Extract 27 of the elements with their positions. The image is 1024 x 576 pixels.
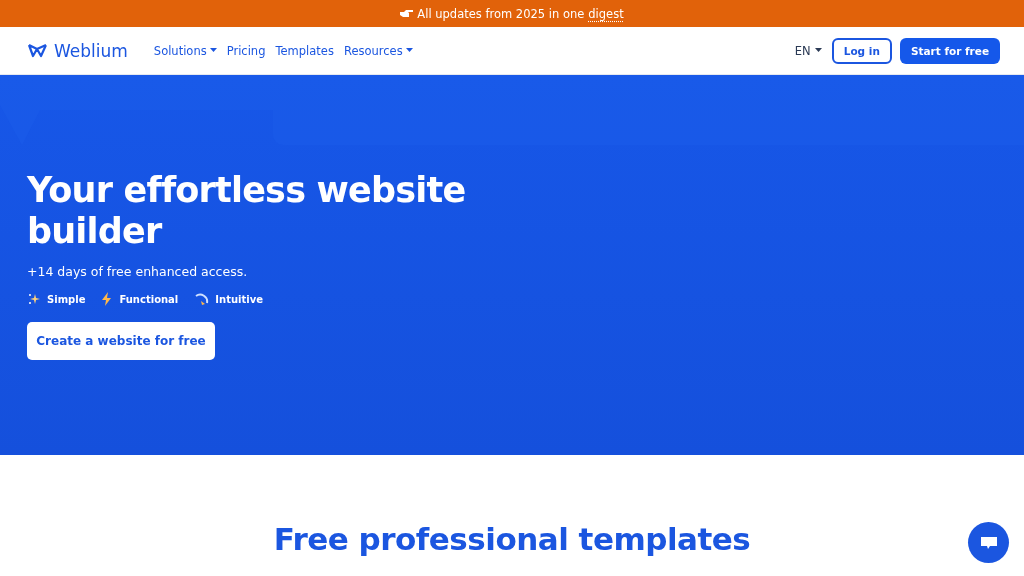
logo-text: Weblium [54, 40, 128, 61]
caret-icon [405, 48, 413, 53]
caret-icon [209, 48, 217, 53]
hero-subtitle: +14 days of free enhanced access. [27, 264, 249, 279]
section-title: Free professional templates [273, 521, 751, 557]
hero-title: Your effortless website builder [27, 170, 467, 252]
caret-icon [814, 48, 822, 53]
wand-icon [194, 292, 210, 306]
lightning-icon [101, 292, 114, 306]
start-button[interactable]: Start for free [899, 37, 1000, 64]
nav-link[interactable]: Templates [275, 43, 334, 58]
nav-link[interactable]: Resources [343, 43, 413, 58]
login-button[interactable]: Log in [831, 37, 892, 64]
logo-icon [27, 43, 48, 58]
pointing-hand-icon [400, 9, 414, 18]
nav-link[interactable]: Solutions [153, 43, 217, 58]
language-selector[interactable]: EN [794, 43, 822, 58]
sparkle-icon [27, 292, 41, 306]
create-website-button[interactable]: Create a website for free [27, 322, 215, 360]
banner-text: All updates from 2025 in one [417, 6, 585, 21]
digest-link[interactable]: digest [588, 6, 624, 21]
nav-link[interactable]: Pricing [226, 43, 266, 58]
chat-button[interactable] [968, 522, 1009, 563]
feature-label: Intuitive [215, 293, 263, 305]
feature-label: Functional [119, 293, 179, 305]
chat-icon [979, 534, 998, 551]
feature-label: Simple [47, 293, 86, 305]
